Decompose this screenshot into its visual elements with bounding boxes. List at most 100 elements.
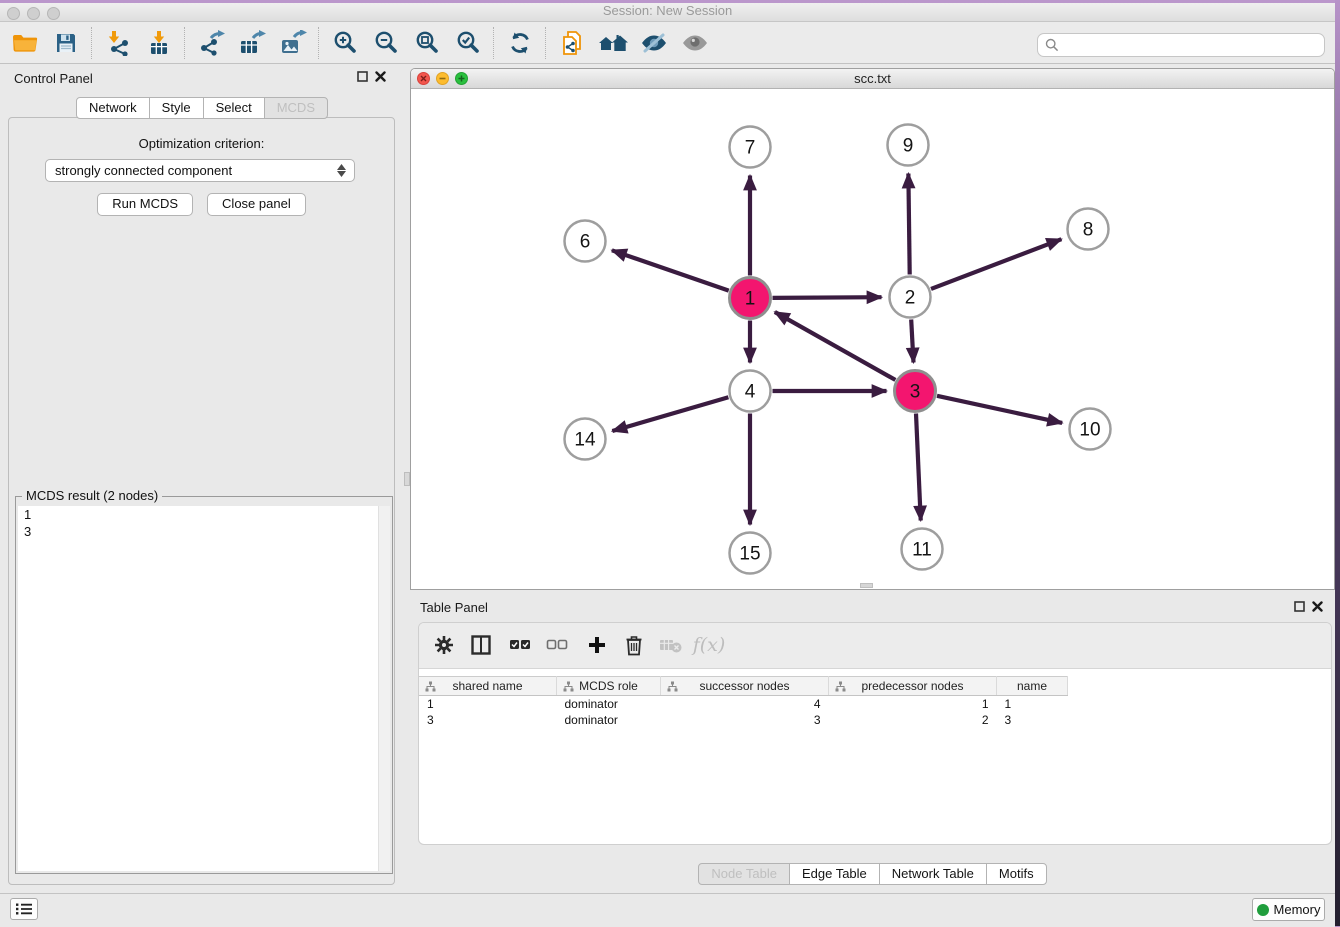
memory-button[interactable]: Memory bbox=[1252, 898, 1325, 921]
add-column-button[interactable] bbox=[580, 628, 614, 662]
node-table[interactable]: shared nameMCDS rolesuccessor nodesprede… bbox=[419, 676, 1068, 728]
function-builder-button[interactable]: f(x) bbox=[692, 628, 726, 662]
table-cell[interactable]: 3 bbox=[419, 712, 557, 728]
table-cell[interactable]: 1 bbox=[997, 696, 1068, 713]
criterion-selected-value: strongly connected component bbox=[46, 163, 332, 178]
column-header-successor-nodes[interactable]: successor nodes bbox=[661, 677, 829, 696]
hide-selected-button[interactable] bbox=[633, 25, 674, 61]
zoom-out-button[interactable] bbox=[365, 25, 406, 61]
node-4[interactable]: 4 bbox=[730, 371, 771, 412]
duplicate-network-button[interactable] bbox=[551, 25, 592, 61]
network-zoom-icon[interactable] bbox=[455, 72, 468, 85]
edge-1-2[interactable] bbox=[772, 297, 881, 298]
node-label: 8 bbox=[1083, 220, 1094, 241]
table-row[interactable]: 3dominator323 bbox=[419, 712, 1068, 728]
edge-1-6[interactable] bbox=[612, 250, 729, 290]
export-table-button[interactable] bbox=[231, 25, 272, 61]
node-7[interactable]: 7 bbox=[730, 127, 771, 168]
tab-network-table[interactable]: Network Table bbox=[879, 863, 987, 885]
select-all-button[interactable] bbox=[503, 628, 537, 662]
float-table-panel-icon[interactable] bbox=[1294, 601, 1305, 612]
network-window-titlebar[interactable]: scc.txt bbox=[411, 69, 1334, 89]
edge-3-1[interactable] bbox=[775, 312, 896, 380]
edge-3-10[interactable] bbox=[937, 396, 1062, 423]
node-8[interactable]: 8 bbox=[1068, 209, 1109, 250]
result-scrollbar[interactable] bbox=[378, 506, 390, 871]
table-cell[interactable]: 2 bbox=[829, 712, 997, 728]
network-close-icon[interactable] bbox=[417, 72, 430, 85]
refresh-button[interactable] bbox=[499, 25, 540, 61]
deselect-all-button[interactable] bbox=[540, 628, 574, 662]
export-network-button[interactable] bbox=[190, 25, 231, 61]
column-header-shared-name[interactable]: shared name bbox=[419, 677, 557, 696]
edge-2-3[interactable] bbox=[911, 319, 913, 362]
column-header-name[interactable]: name bbox=[997, 677, 1068, 696]
fit-content-button[interactable] bbox=[406, 25, 447, 61]
import-table-button[interactable] bbox=[138, 25, 179, 61]
table-cell[interactable]: 4 bbox=[661, 696, 829, 713]
node-9[interactable]: 9 bbox=[888, 125, 929, 166]
save-session-button[interactable] bbox=[45, 25, 86, 61]
tab-edge-table[interactable]: Edge Table bbox=[789, 863, 880, 885]
tab-mcds[interactable]: MCDS bbox=[264, 97, 328, 119]
home-button[interactable] bbox=[592, 25, 633, 61]
float-panel-icon[interactable] bbox=[357, 71, 368, 82]
node-11[interactable]: 11 bbox=[902, 529, 943, 570]
table-cell[interactable]: dominator bbox=[557, 696, 661, 713]
tab-node-table[interactable]: Node Table bbox=[698, 863, 790, 885]
delete-table-button[interactable] bbox=[654, 628, 688, 662]
node-1[interactable]: 1 bbox=[730, 278, 771, 319]
close-panel-button[interactable]: Close panel bbox=[207, 193, 306, 216]
network-resize-handle[interactable] bbox=[860, 583, 873, 588]
node-15[interactable]: 15 bbox=[730, 533, 771, 574]
run-mcds-button[interactable]: Run MCDS bbox=[97, 193, 193, 216]
table-cell[interactable]: 3 bbox=[997, 712, 1068, 728]
export-network-icon bbox=[197, 30, 225, 56]
table-cell[interactable]: 3 bbox=[661, 712, 829, 728]
show-columns-button[interactable] bbox=[464, 628, 498, 662]
table-cell[interactable]: dominator bbox=[557, 712, 661, 728]
show-all-button[interactable] bbox=[674, 25, 715, 61]
network-canvas[interactable]: 7 9 6 8 1 2 4 3 14 10 15 11 bbox=[411, 89, 1334, 589]
table-cell[interactable]: 1 bbox=[829, 696, 997, 713]
close-panel-icon[interactable] bbox=[375, 71, 386, 82]
search-field[interactable] bbox=[1037, 33, 1325, 57]
mcds-result-area[interactable]: 1 3 bbox=[18, 506, 390, 871]
checked-boxes-icon bbox=[509, 638, 531, 652]
table-row[interactable]: 1dominator411 bbox=[419, 696, 1068, 713]
open-session-button[interactable] bbox=[4, 25, 45, 61]
zoom-selected-button[interactable] bbox=[447, 25, 488, 61]
node-10[interactable]: 10 bbox=[1070, 409, 1111, 450]
minimize-traffic-light-icon[interactable] bbox=[27, 7, 40, 20]
tab-style[interactable]: Style bbox=[149, 97, 204, 119]
close-table-panel-icon[interactable] bbox=[1312, 601, 1323, 612]
delete-column-button[interactable] bbox=[617, 628, 651, 662]
task-history-button[interactable] bbox=[10, 898, 38, 920]
zoom-in-button[interactable] bbox=[324, 25, 365, 61]
table-cell[interactable]: 1 bbox=[419, 696, 557, 713]
tab-network[interactable]: Network bbox=[76, 97, 150, 119]
network-graph: 7 9 6 8 1 2 4 3 14 10 15 11 bbox=[411, 89, 1334, 590]
node-14[interactable]: 14 bbox=[565, 419, 606, 460]
export-image-button[interactable] bbox=[272, 25, 313, 61]
tab-motifs[interactable]: Motifs bbox=[986, 863, 1047, 885]
tab-select[interactable]: Select bbox=[203, 97, 265, 119]
close-traffic-light-icon[interactable] bbox=[7, 7, 20, 20]
column-header-predecessor-nodes[interactable]: predecessor nodes bbox=[829, 677, 997, 696]
column-header-mcds-role[interactable]: MCDS role bbox=[557, 677, 661, 696]
edge-2-8[interactable] bbox=[931, 239, 1061, 289]
import-network-button[interactable] bbox=[97, 25, 138, 61]
node-2[interactable]: 2 bbox=[890, 277, 931, 318]
delete-table-icon bbox=[659, 636, 683, 654]
node-3[interactable]: 3 bbox=[895, 371, 936, 412]
search-input[interactable] bbox=[1059, 37, 1324, 54]
edge-2-9[interactable] bbox=[908, 173, 909, 274]
node-label: 3 bbox=[910, 382, 921, 403]
zoom-traffic-light-icon[interactable] bbox=[47, 7, 60, 20]
criterion-select[interactable]: strongly connected component bbox=[45, 159, 355, 182]
node-6[interactable]: 6 bbox=[565, 221, 606, 262]
edge-4-14[interactable] bbox=[612, 397, 728, 431]
network-minimize-icon[interactable] bbox=[436, 72, 449, 85]
table-settings-button[interactable] bbox=[427, 628, 461, 662]
edge-3-11[interactable] bbox=[916, 413, 921, 520]
